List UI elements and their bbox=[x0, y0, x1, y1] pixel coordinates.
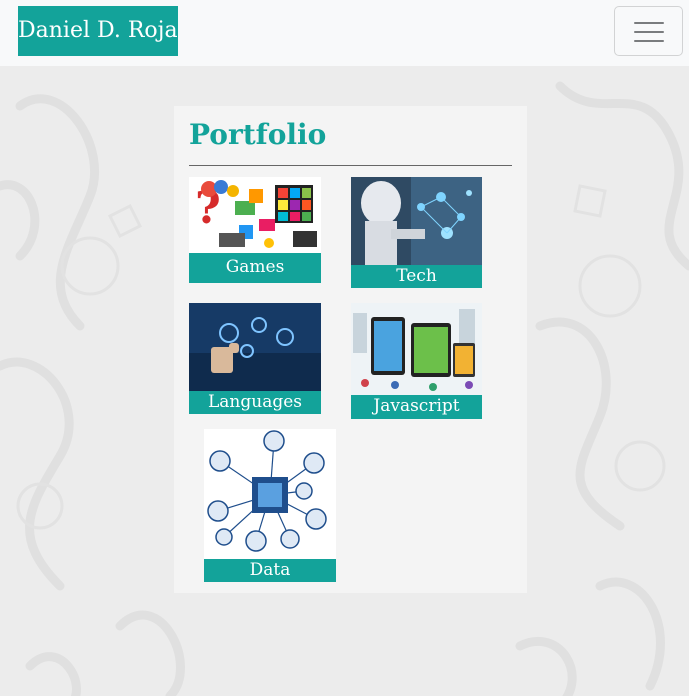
robot-image bbox=[351, 177, 482, 265]
navbar: Daniel D. Rojas bbox=[0, 0, 689, 66]
portfolio-item-data[interactable]: Data bbox=[204, 429, 336, 582]
games-collage-image: ? bbox=[189, 177, 321, 253]
data-network-diagram-image bbox=[204, 429, 336, 559]
portfolio-item-label: Games bbox=[189, 253, 321, 283]
brand-link[interactable]: Daniel D. Rojas bbox=[18, 6, 178, 56]
hamburger-menu-icon bbox=[634, 22, 664, 24]
portfolio-card: Portfolio ? Games Tech Languages Javascr… bbox=[174, 106, 527, 593]
portfolio-item-javascript[interactable]: Javascript bbox=[351, 303, 482, 419]
portfolio-item-tech[interactable]: Tech bbox=[351, 177, 482, 288]
portfolio-item-label: Data bbox=[204, 559, 336, 582]
portfolio-item-label: Javascript bbox=[351, 395, 482, 419]
portfolio-item-languages[interactable]: Languages bbox=[189, 303, 321, 414]
title-divider bbox=[189, 165, 512, 166]
devices-city-image bbox=[351, 303, 482, 395]
portfolio-item-label: Languages bbox=[189, 391, 321, 414]
portfolio-item-games[interactable]: ? Games bbox=[189, 177, 321, 283]
touchscreen-image bbox=[189, 303, 321, 391]
portfolio-item-label: Tech bbox=[351, 265, 482, 288]
navbar-toggle-button[interactable] bbox=[614, 6, 683, 56]
hamburger-menu-icon-line bbox=[634, 31, 664, 33]
hamburger-menu-icon-line bbox=[634, 40, 664, 42]
page-title: Portfolio bbox=[189, 118, 327, 151]
